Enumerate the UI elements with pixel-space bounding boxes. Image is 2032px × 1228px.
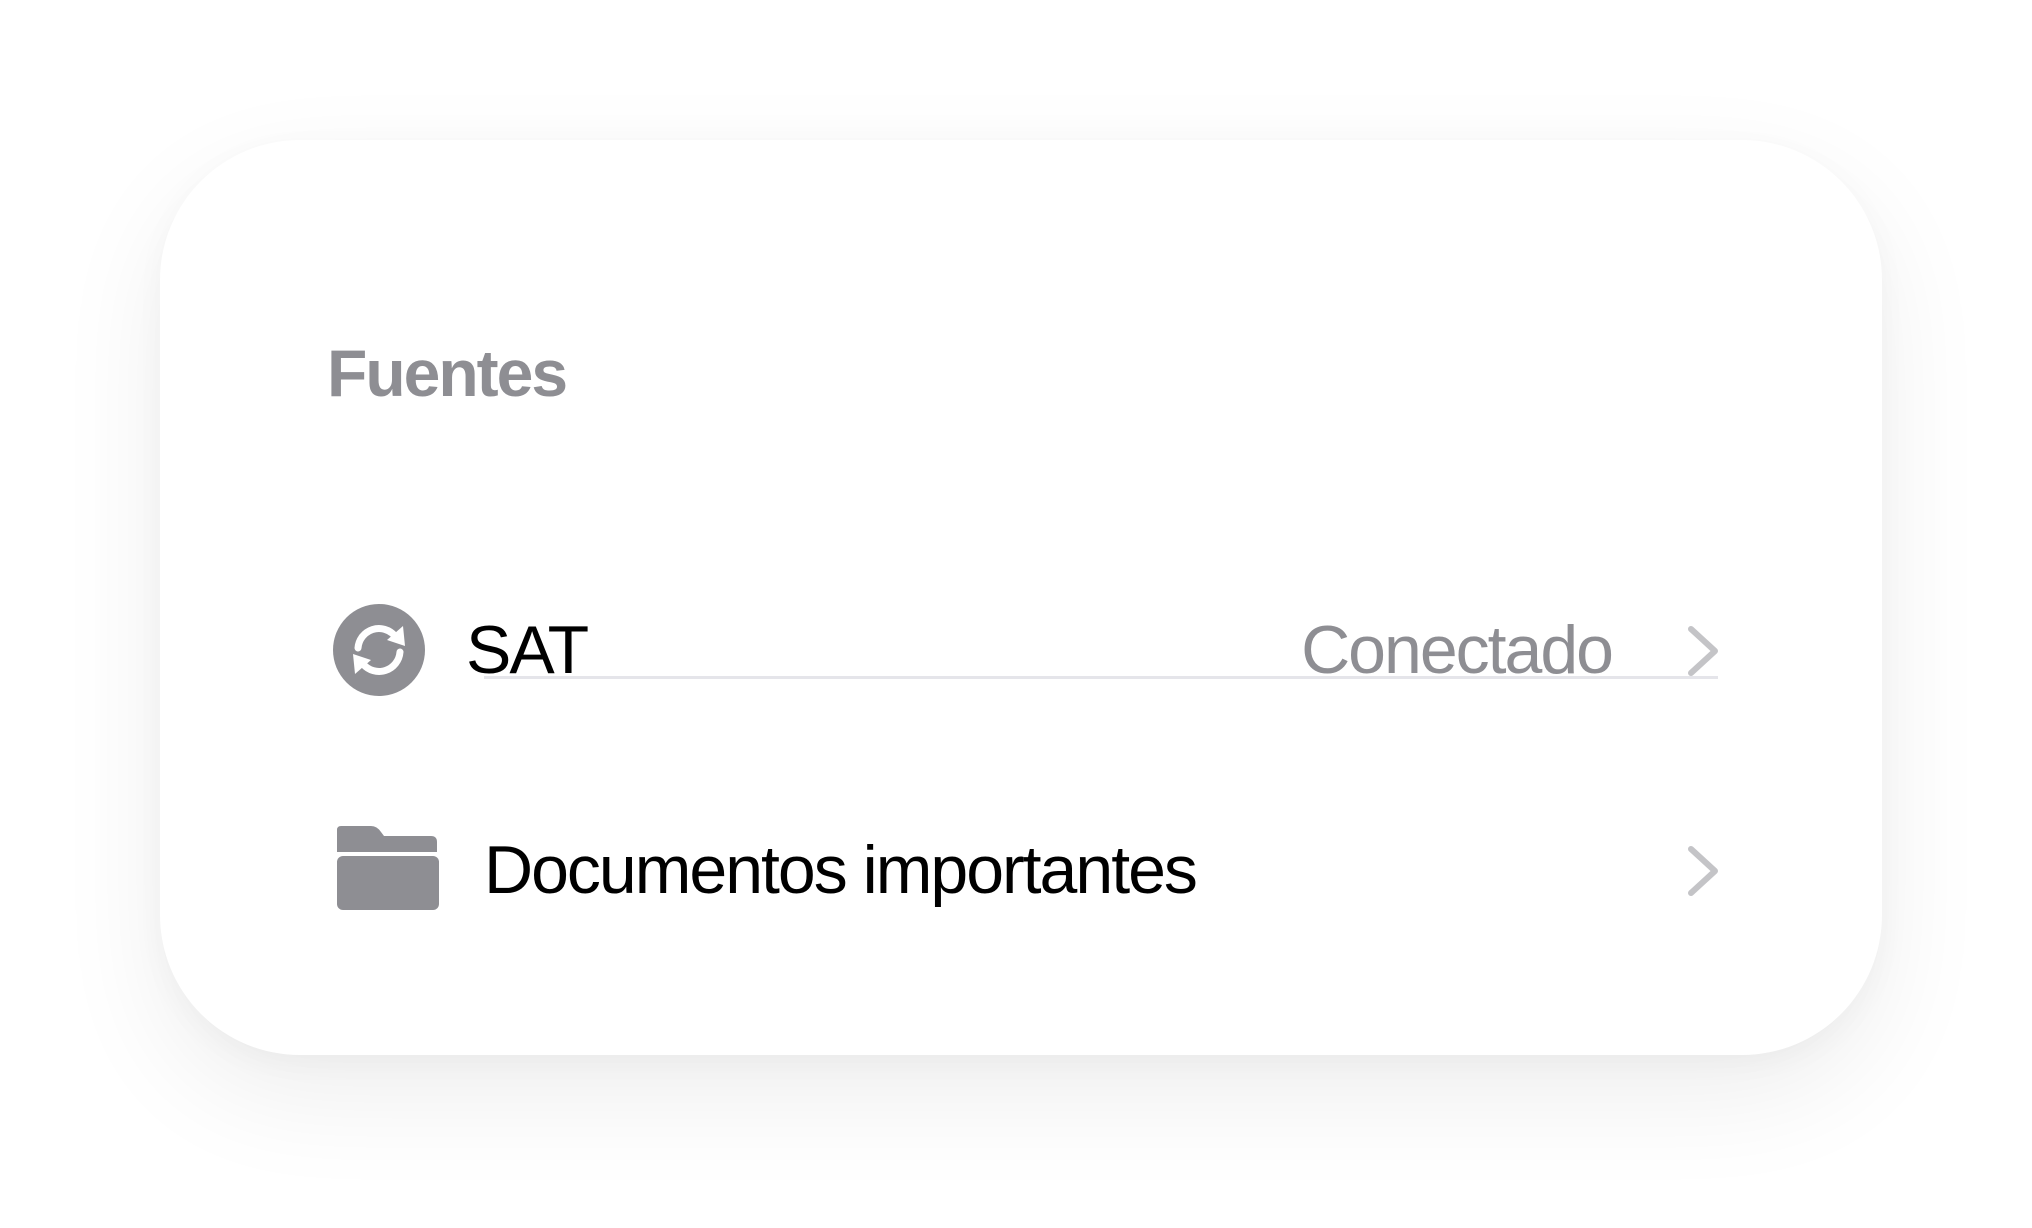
section-title: Fuentes [327,336,568,410]
source-row-documents[interactable]: Documentos importantes [160,790,1882,950]
source-label-sat: SAT [466,612,589,688]
source-row-sat[interactable]: SAT Conectado [160,570,1882,730]
sync-icon [333,604,425,696]
chevron-right-icon [1688,626,1718,676]
chevron-right-icon [1688,846,1718,896]
source-label-documents: Documentos importantes [484,832,1198,908]
sources-card: Fuentes SAT Conectado Documentos importa… [160,140,1882,1055]
status-text: Conectado [1301,612,1614,688]
folder-icon [337,826,439,910]
row-divider [484,676,1718,679]
